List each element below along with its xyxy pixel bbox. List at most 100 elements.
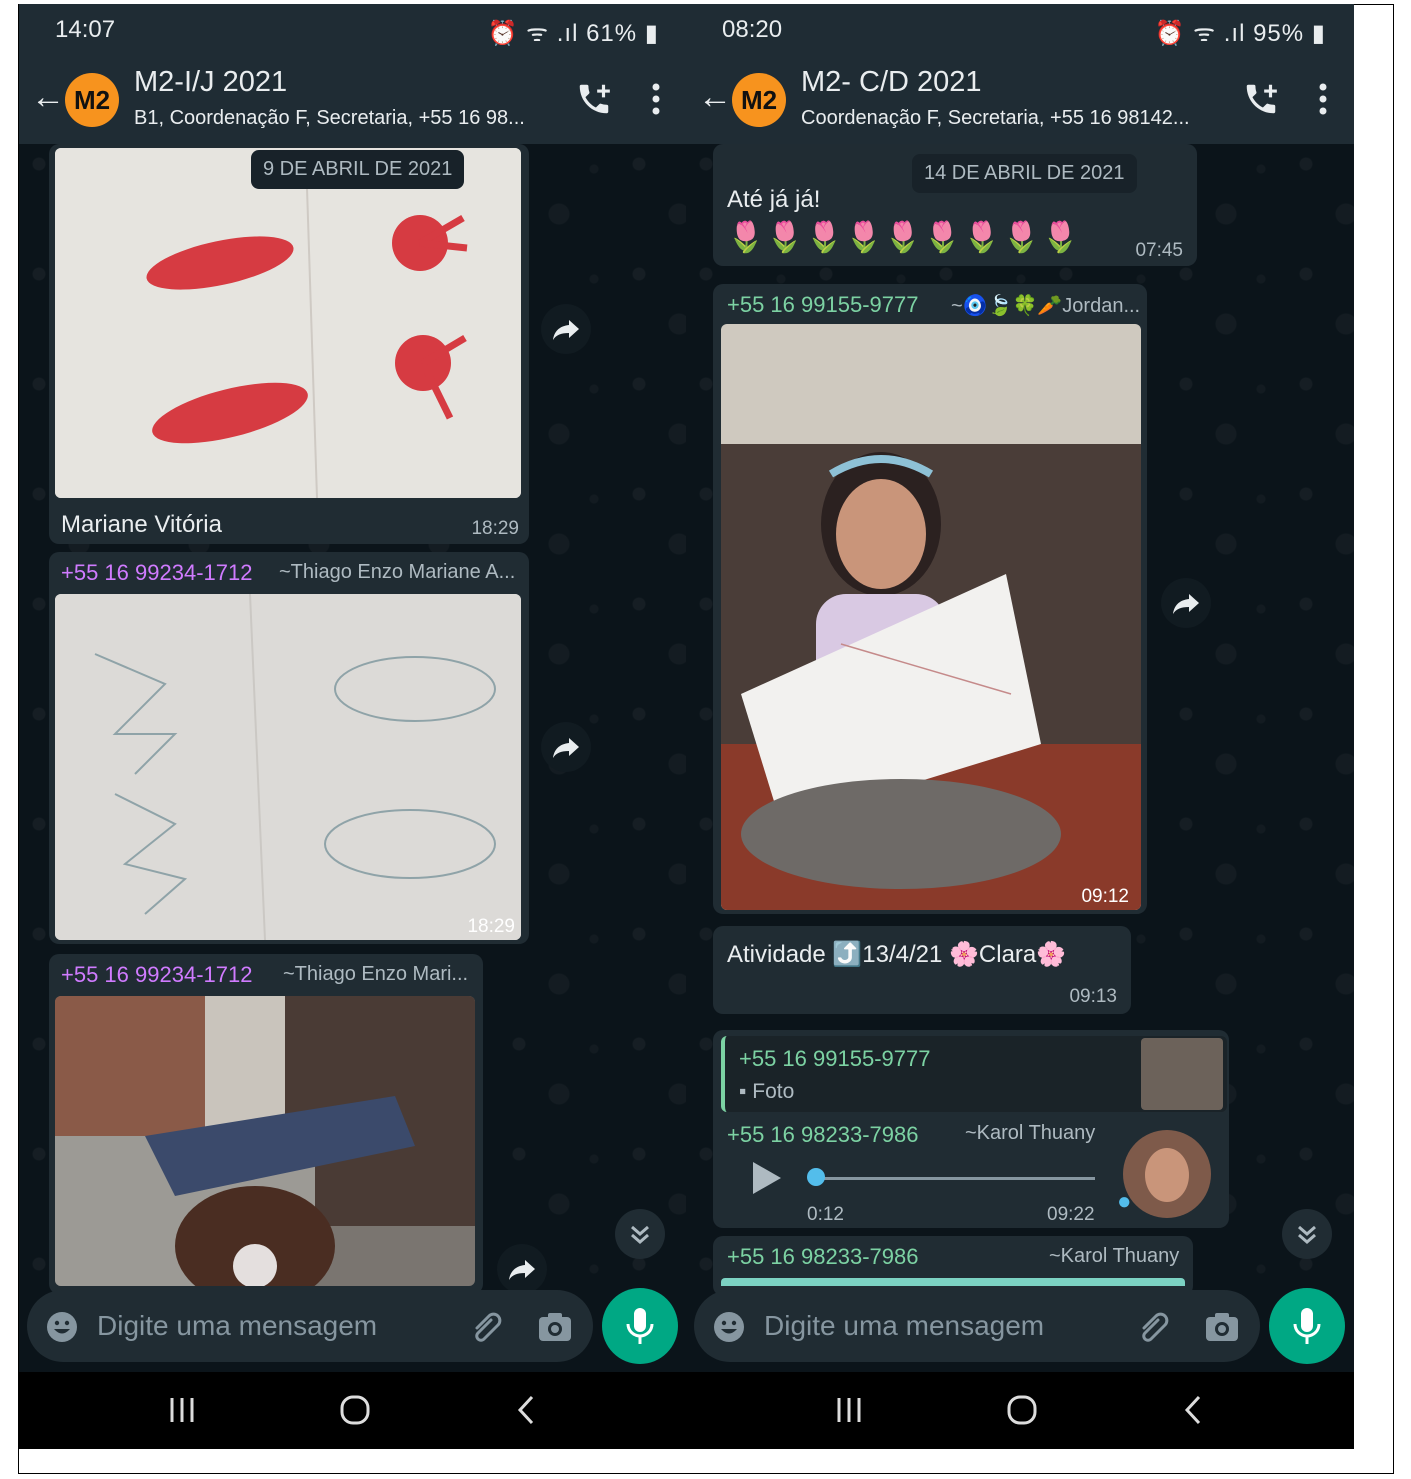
forward-icon[interactable] <box>541 722 591 772</box>
back-arrow-icon[interactable]: ← <box>698 78 732 117</box>
nav-recent-icon[interactable] <box>834 1394 864 1426</box>
nav-back-icon[interactable] <box>515 1394 537 1426</box>
date-chip: 14 DE ABRIL DE 2021 <box>912 154 1137 193</box>
message-time: 07:45 <box>1135 240 1183 261</box>
sender-phone[interactable]: +55 16 98233-7986 <box>727 1244 918 1270</box>
audio-progress-track[interactable] <box>813 1177 1095 1180</box>
image-message[interactable]: +55 16 99234-1712 ~Thiago Enzo Mari... <box>49 954 483 1294</box>
audio-duration: 0:12 <box>807 1204 844 1225</box>
nav-home-icon[interactable] <box>339 1394 371 1426</box>
attach-icon[interactable] <box>467 1308 505 1346</box>
camera-icon[interactable] <box>1204 1310 1240 1344</box>
quoted-message[interactable]: +55 16 99155-9777 ▪ Foto <box>721 1036 1227 1112</box>
sender-phone[interactable]: +55 16 99234-1712 <box>61 560 252 586</box>
outline-drawing <box>55 594 521 940</box>
message-photo[interactable] <box>721 324 1141 910</box>
message-time: 09:22 <box>1047 1204 1095 1225</box>
phone-screen-left: 14:07 ⏰ ᯤ .ıl 61% ▮ ← M2 M2-I/J 2021 B1,… <box>19 4 687 1449</box>
group-avatar[interactable]: M2 <box>732 73 786 127</box>
emoji-icon[interactable] <box>712 1310 746 1344</box>
battery-level: 61% <box>586 20 638 47</box>
chat-title[interactable]: M2- C/D 2021 <box>801 66 982 99</box>
message-photo[interactable] <box>55 594 521 940</box>
camera-icon[interactable] <box>537 1310 573 1344</box>
emoji-icon[interactable] <box>45 1310 79 1344</box>
child-with-notebook <box>55 996 475 1286</box>
photo-caption: Mariane Vitória <box>61 511 222 538</box>
status-icons: ⏰ ᯤ .ıl 61% ▮ <box>487 20 659 47</box>
message-emojis: 🌷🌷🌷🌷🌷🌷🌷🌷🌷 <box>727 221 1082 254</box>
sender-pushname: ~🧿🍃🍀🥕Jordan... <box>951 295 1141 317</box>
message-input[interactable]: Digite uma mensagem <box>97 1310 377 1342</box>
status-icons: ⏰ ᯤ .ıl 95% ▮ <box>1154 20 1326 47</box>
status-bar: 14:07 ⏰ ᯤ .ıl 61% ▮ <box>19 4 687 54</box>
status-time: 08:20 <box>722 16 783 43</box>
sender-phone[interactable]: +55 16 99155-9777 <box>727 292 918 318</box>
nav-back-icon[interactable] <box>1182 1394 1204 1426</box>
forward-icon[interactable] <box>541 304 591 354</box>
add-call-icon[interactable] <box>1242 80 1280 118</box>
message-time: 09:12 <box>1081 886 1129 907</box>
partial-message[interactable]: +55 16 98233-7986 ~Karol Thuany <box>713 1236 1193 1296</box>
play-icon[interactable] <box>749 1160 785 1196</box>
image-message[interactable]: +55 16 99155-9777 ~🧿🍃🍀🥕Jordan... 09:12 <box>713 284 1147 914</box>
chat-header: ← M2 M2-I/J 2021 B1, Coordenação F, Secr… <box>19 54 687 144</box>
status-time: 14:07 <box>55 16 116 43</box>
quoted-bar <box>721 1278 1185 1286</box>
message-composer[interactable]: Digite uma mensagem <box>27 1290 593 1362</box>
add-call-icon[interactable] <box>575 80 613 118</box>
sender-pushname: ~Karol Thuany <box>965 1122 1096 1144</box>
quote-type-label: Foto <box>752 1080 795 1103</box>
photo-icon: ▪ <box>739 1080 753 1103</box>
more-vertical-icon[interactable] <box>1318 82 1328 116</box>
system-nav-bar <box>686 1372 1354 1449</box>
message-time: 18:29 <box>467 916 515 937</box>
quote-thumbnail <box>1141 1038 1223 1110</box>
message-photo[interactable] <box>55 148 521 498</box>
message-composer[interactable]: Digite uma mensagem <box>694 1290 1260 1362</box>
mic-icon[interactable] <box>602 1288 678 1364</box>
child-with-drawing <box>721 324 1141 910</box>
mic-icon[interactable] <box>1269 1288 1345 1364</box>
attach-icon[interactable] <box>1134 1308 1172 1346</box>
sender-phone[interactable]: +55 16 99234-1712 <box>61 962 252 988</box>
text-message[interactable]: Atividade ⤴️13/4/21 🌸Clara🌸 09:13 <box>713 926 1131 1014</box>
nav-home-icon[interactable] <box>1006 1394 1038 1426</box>
nav-recent-icon[interactable] <box>167 1394 197 1426</box>
status-bar: 08:20 ⏰ ᯤ .ıl 95% ▮ <box>686 4 1354 54</box>
voice-message[interactable]: +55 16 99155-9777 ▪ Foto +55 16 98233-79… <box>713 1030 1229 1228</box>
date-chip: 9 DE ABRIL DE 2021 <box>251 150 465 189</box>
sender-pushname: ~Thiago Enzo Mariane A... <box>279 561 516 583</box>
audio-progress-handle[interactable] <box>807 1168 825 1186</box>
footprints-painting <box>55 148 521 498</box>
mic-small-icon: ● <box>1117 1188 1132 1215</box>
battery-level: 95% <box>1253 20 1305 47</box>
image-message[interactable]: 9 DE ABRIL DE 2021 Mariane Vitória 18:29 <box>49 144 529 544</box>
chat-participants[interactable]: B1, Coordenação F, Secretaria, +55 16 98… <box>134 107 525 130</box>
quote-sender: +55 16 99155-9777 <box>739 1046 931 1071</box>
message-photo[interactable] <box>55 996 475 1286</box>
sender-pushname: ~Karol Thuany <box>1049 1245 1180 1267</box>
message-text: Até já já! <box>727 186 821 213</box>
chat-title[interactable]: M2-I/J 2021 <box>134 66 287 99</box>
sender-pushname: ~Thiago Enzo Mari... <box>283 963 469 985</box>
phone-screen-right: 08:20 ⏰ ᯤ .ıl 95% ▮ ← M2 M2- C/D 2021 Co… <box>686 4 1354 1449</box>
message-time: 18:29 <box>471 518 519 539</box>
system-nav-bar <box>19 1372 687 1449</box>
more-vertical-icon[interactable] <box>651 82 661 116</box>
image-message[interactable]: +55 16 99234-1712 ~Thiago Enzo Mariane A… <box>49 552 529 944</box>
message-input[interactable]: Digite uma mensagem <box>764 1310 1044 1342</box>
chat-participants[interactable]: Coordenação F, Secretaria, +55 16 98142.… <box>801 107 1190 130</box>
chat-header: ← M2 M2- C/D 2021 Coordenação F, Secreta… <box>686 54 1354 144</box>
scroll-down-icon[interactable] <box>1282 1209 1332 1259</box>
quote-type: ▪ Foto <box>739 1080 794 1104</box>
back-arrow-icon[interactable]: ← <box>31 78 65 117</box>
sender-avatar[interactable] <box>1123 1130 1211 1218</box>
forward-icon[interactable] <box>1161 578 1211 628</box>
sender-phone[interactable]: +55 16 98233-7986 <box>727 1122 918 1148</box>
scroll-down-icon[interactable] <box>615 1209 665 1259</box>
message-text: Atividade ⤴️13/4/21 🌸Clara🌸 <box>727 941 1067 968</box>
group-avatar[interactable]: M2 <box>65 73 119 127</box>
message-time: 09:13 <box>1069 986 1117 1007</box>
forward-icon[interactable] <box>497 1244 547 1294</box>
